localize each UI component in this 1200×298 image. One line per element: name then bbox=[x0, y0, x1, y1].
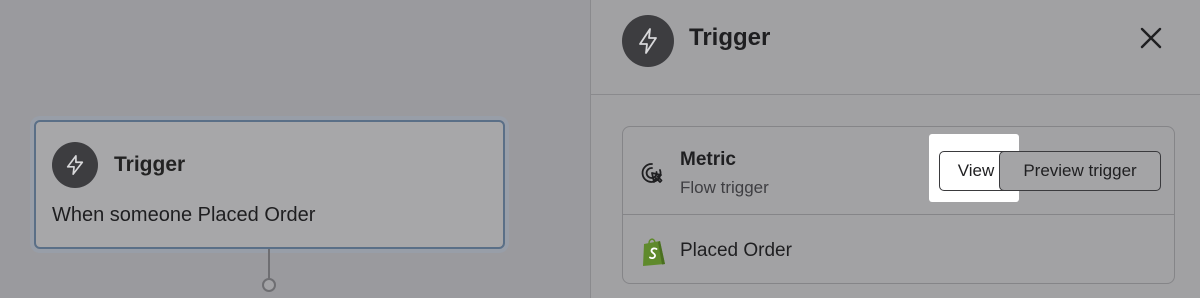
flow-canvas: Trigger When someone Placed Order bbox=[0, 0, 590, 298]
trigger-details-card: Metric Flow trigger View Preview trigger… bbox=[622, 126, 1175, 284]
trigger-side-panel: Trigger Metric Flow trigger View Preview… bbox=[590, 0, 1200, 298]
source-event-label: Placed Order bbox=[680, 240, 792, 261]
trigger-node-title: Trigger bbox=[114, 153, 186, 176]
preview-trigger-button[interactable]: Preview trigger bbox=[999, 151, 1161, 191]
lightning-icon bbox=[622, 15, 674, 67]
close-icon[interactable] bbox=[1135, 22, 1167, 54]
connector-line bbox=[268, 249, 270, 279]
metric-subtitle: Flow trigger bbox=[680, 178, 769, 197]
panel-title: Trigger bbox=[689, 24, 771, 51]
metric-row: Metric Flow trigger View Preview trigger bbox=[623, 127, 1174, 215]
connector-add-point[interactable] bbox=[262, 278, 276, 292]
cursor-click-icon bbox=[639, 160, 665, 186]
panel-header: Trigger bbox=[591, 0, 1200, 95]
lightning-icon bbox=[52, 142, 98, 188]
trigger-node-description: When someone Placed Order bbox=[52, 204, 316, 226]
trigger-node-header: Trigger bbox=[52, 142, 185, 188]
metric-title: Metric bbox=[680, 149, 736, 170]
source-row: Placed Order bbox=[623, 216, 1174, 283]
trigger-node[interactable]: Trigger When someone Placed Order bbox=[34, 120, 505, 249]
shopify-icon bbox=[640, 235, 668, 267]
